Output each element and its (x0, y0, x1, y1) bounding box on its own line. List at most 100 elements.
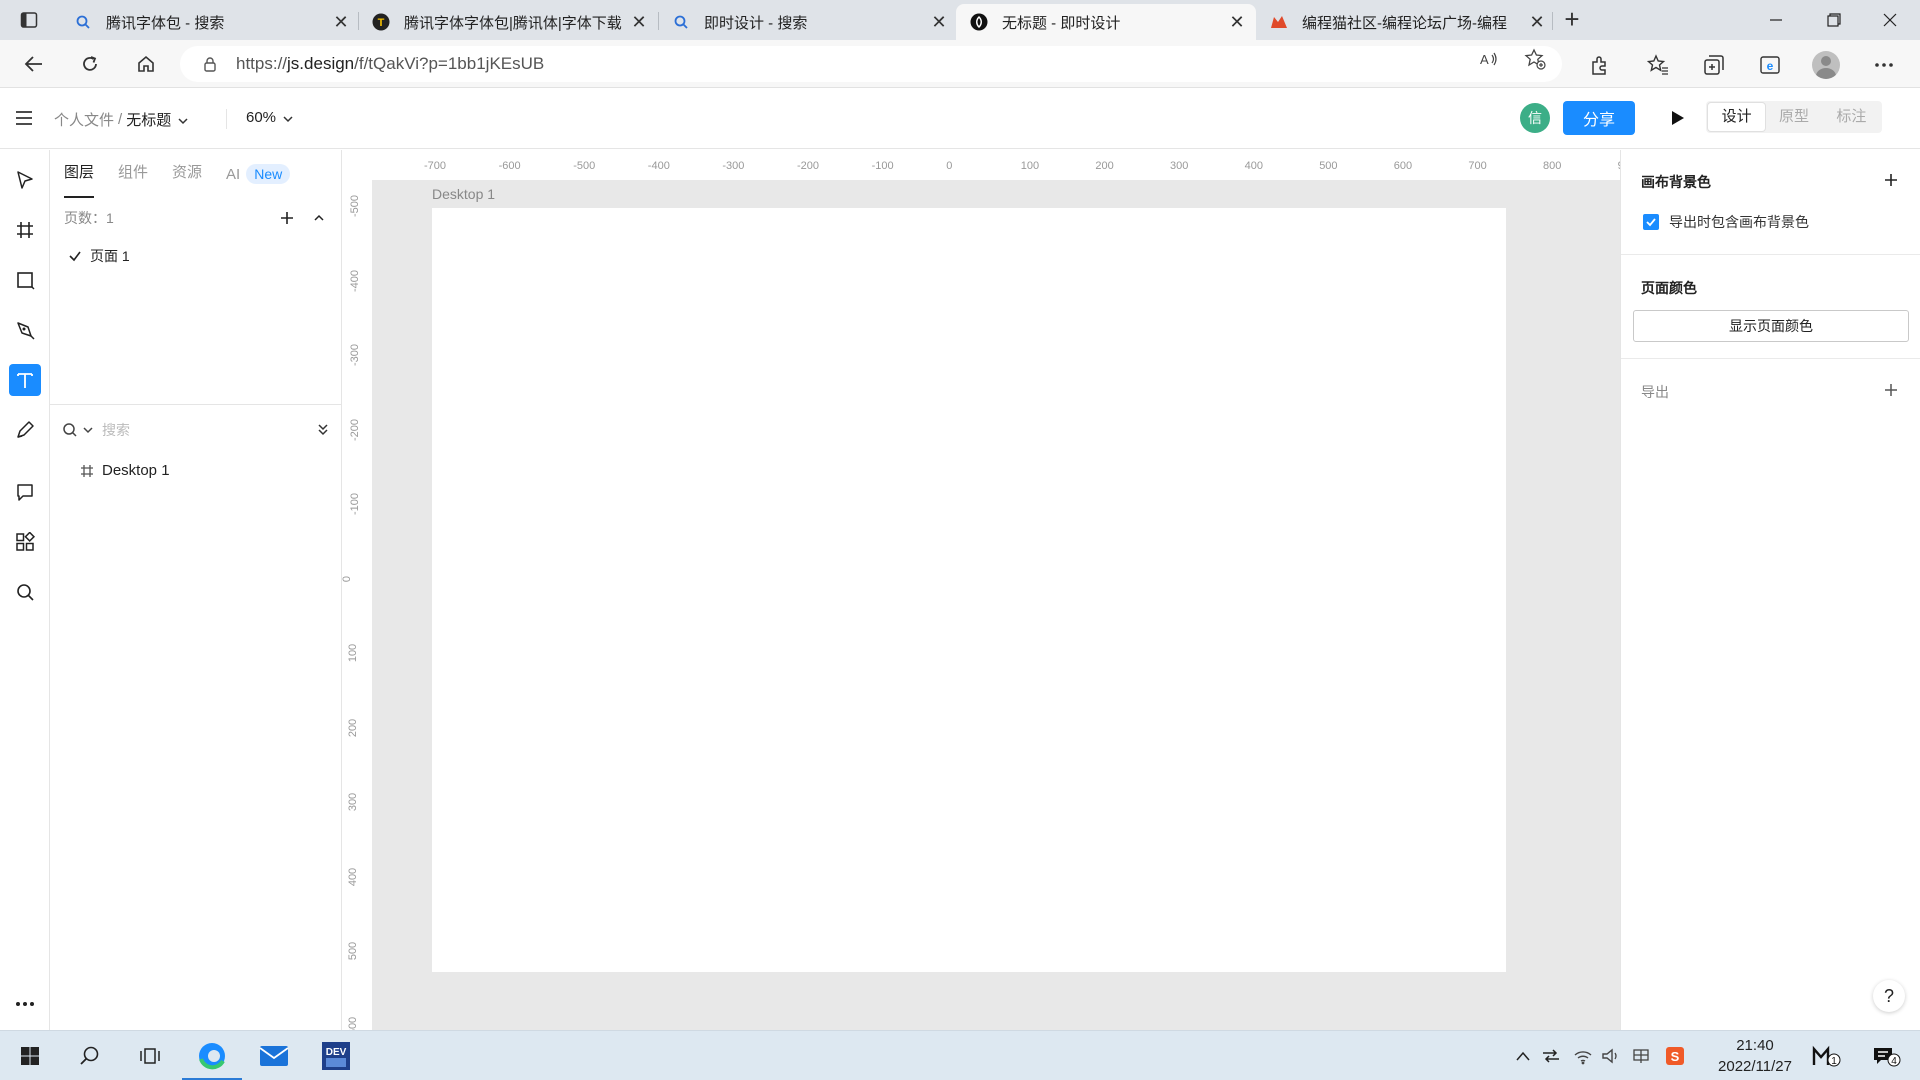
system-clock[interactable]: 21:40 2022/11/27 (1700, 1035, 1810, 1077)
more-menu-icon[interactable] (1872, 53, 1896, 77)
layer-item[interactable]: Desktop 1 (80, 462, 170, 479)
breadcrumb[interactable]: 个人文件 / 无标题 (54, 109, 189, 130)
add-favorite-icon[interactable] (1524, 48, 1546, 70)
chevron-up-icon[interactable] (310, 209, 328, 227)
tab-title: 无标题 - 即时设计 (1002, 14, 1121, 32)
new-tab-button[interactable]: + (1560, 6, 1584, 32)
chevron-down-icon[interactable] (177, 114, 189, 126)
plugins-icon[interactable] (9, 526, 41, 558)
comment-tool-icon[interactable] (9, 476, 41, 508)
chevron-down-icon[interactable] (282, 112, 294, 124)
browser-tab-3[interactable]: 即时设计 - 搜索 ✕ (658, 4, 958, 40)
browser-tab-1[interactable]: 腾讯字体包 - 搜索 ✕ (60, 4, 360, 40)
share-button[interactable]: 分享 (1563, 101, 1635, 135)
home-icon[interactable] (132, 50, 160, 78)
frame-title[interactable]: Desktop 1 (432, 186, 495, 202)
favorites-icon[interactable] (1646, 53, 1670, 77)
add-canvas-bg-icon[interactable] (1881, 170, 1901, 190)
ruler-tick-label: -700 (424, 160, 447, 172)
ruler-tick-label: 100 (347, 643, 360, 663)
ime-icon[interactable] (1630, 1045, 1652, 1067)
text-tool-icon[interactable] (9, 364, 41, 396)
tab-components[interactable]: 组件 (118, 150, 148, 198)
edge-bar-icon[interactable]: e (1758, 53, 1782, 77)
export-include-bg-checkbox[interactable]: 导出时包含画布背景色 (1643, 212, 1809, 232)
breadcrumb-parent[interactable]: 个人文件 (54, 109, 114, 130)
add-page-icon[interactable] (278, 209, 296, 227)
mail-notification-icon[interactable]: 1 (1812, 1045, 1842, 1067)
close-tab-icon[interactable]: ✕ (1528, 12, 1546, 32)
rectangle-tool-icon[interactable] (9, 264, 41, 296)
close-tab-icon[interactable]: ✕ (630, 12, 648, 32)
close-tab-icon[interactable]: ✕ (1228, 12, 1246, 32)
add-export-icon[interactable] (1881, 380, 1901, 400)
address-bar[interactable]: https://js.design/f/tQakVi?p=1bb1jKEsUB (180, 46, 1562, 82)
hamburger-menu-icon[interactable] (14, 108, 34, 128)
browser-tab-5[interactable]: 编程猫社区-编程论坛广场-编程 ✕ (1256, 4, 1556, 40)
more-tools-icon[interactable] (9, 988, 41, 1020)
design-canvas[interactable]: -700 -600 -500 -400 -300 -200 -100 0 100 200 300 40… (342, 150, 1620, 1030)
help-button[interactable]: ? (1873, 980, 1905, 1012)
chevron-up-icon[interactable] (1512, 1045, 1534, 1067)
panel-divider (50, 404, 341, 405)
ruler-tick-label: 500 (1319, 160, 1338, 172)
zoom-dropdown[interactable]: 60% (246, 109, 294, 126)
search-tool-icon[interactable] (9, 576, 41, 608)
file-title[interactable]: 无标题 (126, 109, 171, 130)
lock-icon[interactable] (202, 56, 218, 72)
close-window-icon[interactable] (1876, 6, 1904, 34)
close-tab-icon[interactable]: ✕ (332, 12, 350, 32)
search-icon[interactable] (62, 422, 78, 438)
search-input[interactable]: 搜索 (102, 420, 316, 440)
browser-tab-2[interactable]: T 腾讯字体字体包|腾讯体|字体下载 ✕ (358, 4, 658, 40)
move-tool-icon[interactable] (9, 164, 41, 196)
network-transfer-icon[interactable] (1540, 1045, 1562, 1067)
tab-assets[interactable]: 资源 (172, 150, 202, 198)
notification-center-icon[interactable]: 4 (1872, 1045, 1902, 1067)
page-item[interactable]: 页面 1 (68, 246, 130, 266)
breadcrumb-separator: / (118, 111, 123, 128)
read-aloud-icon[interactable]: A (1478, 48, 1500, 70)
volume-icon[interactable] (1600, 1045, 1622, 1067)
tab-layers[interactable]: 图层 (64, 150, 95, 198)
ruler-tick-label: -500 (349, 194, 362, 218)
extensions-icon[interactable] (1588, 53, 1612, 77)
windows-taskbar: DEV S 21:40 2022/11/27 1 4 (0, 1030, 1920, 1080)
wifi-icon[interactable] (1572, 1045, 1594, 1067)
task-view-icon[interactable] (120, 1031, 180, 1080)
profile-avatar[interactable] (1812, 51, 1840, 79)
pen-tool-icon[interactable] (9, 314, 41, 346)
restore-icon[interactable] (1820, 6, 1848, 34)
refresh-icon[interactable] (76, 50, 104, 78)
sogou-ime-icon[interactable]: S (1664, 1045, 1686, 1067)
windows-start-icon[interactable] (0, 1031, 60, 1080)
mode-tab-annotate[interactable]: 标注 (1823, 103, 1880, 131)
mode-tab-prototype[interactable]: 原型 (1765, 103, 1822, 131)
ruler-tick-label: -100 (349, 492, 362, 516)
collections-icon[interactable] (1702, 53, 1726, 77)
ruler-tick-label: 600 (347, 1016, 360, 1030)
mail-app-icon[interactable] (244, 1031, 304, 1080)
taskbar-search-icon[interactable] (60, 1031, 120, 1080)
collapse-all-icon[interactable] (316, 422, 332, 438)
browser-tab-4-active[interactable]: 无标题 - 即时设计 ✕ (956, 4, 1256, 40)
show-page-color-button[interactable]: 显示页面颜色 (1633, 310, 1909, 342)
pencil-tool-icon[interactable] (9, 414, 41, 446)
tab-ai[interactable]: AI New (226, 164, 291, 184)
ruler-tick-label: -600 (498, 160, 521, 172)
back-icon[interactable] (20, 50, 48, 78)
user-avatar[interactable]: 信 (1520, 103, 1550, 133)
dev-app-icon[interactable]: DEV (306, 1031, 366, 1080)
ruler-tick-label: 300 (347, 792, 360, 812)
tab-actions-icon[interactable] (18, 9, 40, 31)
play-icon[interactable] (1666, 107, 1688, 129)
layer-search[interactable]: 搜索 (62, 418, 332, 442)
frame-tool-icon[interactable] (9, 214, 41, 246)
desktop-frame[interactable] (432, 208, 1506, 972)
edge-app-icon[interactable] (182, 1031, 242, 1080)
minimize-icon[interactable] (1762, 6, 1790, 34)
mode-tab-design[interactable]: 设计 (1708, 103, 1766, 131)
close-tab-icon[interactable]: ✕ (930, 12, 948, 32)
checkbox-checked-icon[interactable] (1643, 214, 1659, 230)
chevron-down-icon[interactable] (82, 424, 94, 436)
